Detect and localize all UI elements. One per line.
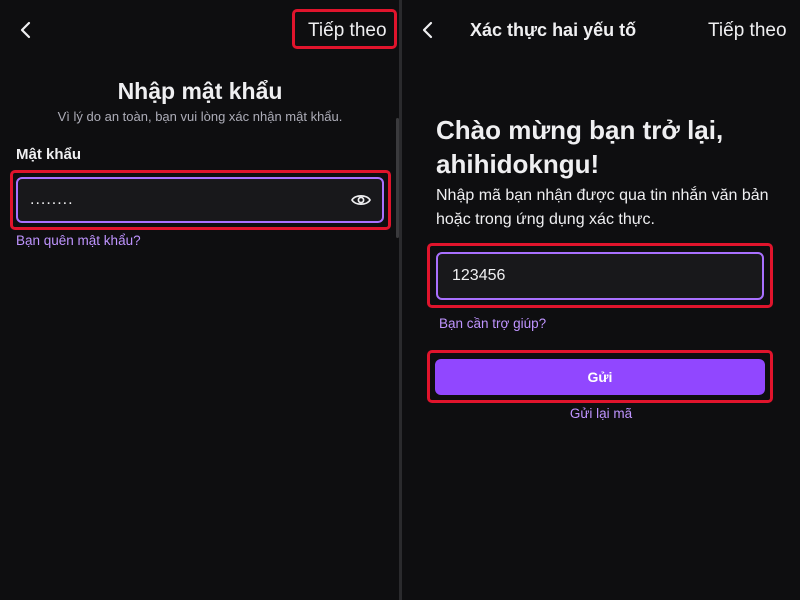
chevron-left-icon [422, 21, 433, 39]
submit-button[interactable]: Gửi [435, 359, 765, 395]
chevron-left-icon [20, 21, 31, 39]
password-label: Mật khẩu [16, 146, 82, 163]
back-button[interactable] [14, 18, 38, 42]
next-button[interactable]: Tiếp theo [708, 20, 787, 42]
two-factor-screen: Xác thực hai yếu tố Tiếp theo Chào mừng … [402, 0, 800, 600]
next-button[interactable]: Tiếp theo [308, 20, 387, 42]
back-button[interactable] [416, 18, 440, 42]
help-link[interactable]: Bạn cần trợ giúp? [439, 316, 546, 331]
password-screen: Tiếp theo Nhập mật khẩu Vì lý do an toàn… [0, 0, 400, 600]
password-field[interactable] [16, 177, 384, 223]
page-title: Nhập mật khẩu [117, 78, 283, 104]
welcome-heading: Chào mừng bạn trở lại, ahihidokngu! [436, 113, 786, 181]
welcome-line-2: ahihidokngu! [436, 149, 600, 179]
eye-icon[interactable] [350, 189, 372, 211]
header-title: Xác thực hai yếu tố [470, 20, 637, 40]
welcome-line-1: Chào mừng bạn trở lại, [436, 115, 724, 145]
password-input[interactable] [30, 191, 330, 209]
instruction-text: Nhập mã bạn nhận được qua tin nhắn văn b… [436, 187, 769, 228]
forgot-password-link[interactable]: Bạn quên mật khẩu? [16, 233, 141, 248]
code-field[interactable] [436, 252, 764, 300]
resend-code-link[interactable]: Gửi lại mã [402, 406, 800, 421]
page-subtitle: Vì lý do an toàn, bạn vui lòng xác nhận … [57, 109, 343, 124]
code-input[interactable] [452, 267, 762, 285]
